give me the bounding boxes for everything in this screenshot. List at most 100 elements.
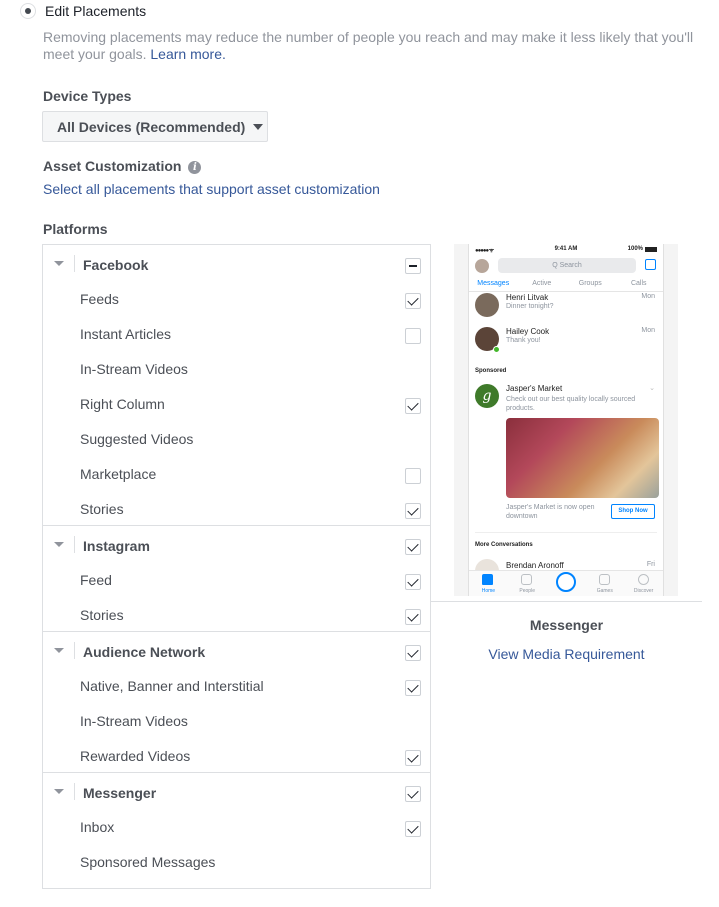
placement-name: Suggested Videos bbox=[80, 431, 194, 447]
platform-checkbox[interactable] bbox=[405, 786, 421, 802]
view-media-requirement-link[interactable]: View Media Requirement bbox=[431, 646, 702, 662]
platform-checkbox[interactable] bbox=[405, 539, 421, 555]
placement-name: Instant Articles bbox=[80, 326, 172, 342]
tab-label: Games bbox=[596, 588, 613, 594]
conversation-item: Henri Litvak Dinner tonight? Mon bbox=[469, 290, 663, 320]
device-types-label: Device Types bbox=[43, 88, 132, 104]
phone-screen: ●●●●● ᯤ 9:41 AM 100% Q Search Messages A… bbox=[468, 244, 664, 596]
platform-name: Facebook bbox=[83, 257, 149, 273]
preview-placement-title: Messenger bbox=[529, 617, 604, 633]
tab-home: Home bbox=[469, 571, 508, 596]
platforms-list: Facebook Feeds Instant Articles In-Stream V… bbox=[42, 244, 431, 889]
ad-preview: ●●●●● ᯤ 9:41 AM 100% Q Search Messages A… bbox=[454, 244, 678, 596]
conversation-item: Hailey Cook Thank you! Mon bbox=[469, 324, 663, 354]
chevron-down-icon bbox=[253, 123, 264, 130]
divider bbox=[431, 601, 702, 602]
placement-row[interactable]: Right Column bbox=[43, 385, 430, 420]
placement-row[interactable]: Feed bbox=[43, 561, 430, 596]
advertiser-logo: g bbox=[475, 384, 499, 408]
platform-checkbox[interactable] bbox=[405, 645, 421, 661]
placement-row[interactable]: Stories bbox=[43, 596, 430, 631]
platform-name: Messenger bbox=[83, 785, 157, 801]
placement-name: Inbox bbox=[80, 819, 115, 835]
conversation-snippet: Dinner tonight? bbox=[506, 303, 554, 310]
placement-name: Marketplace bbox=[80, 466, 157, 482]
placement-checkbox[interactable] bbox=[405, 293, 421, 309]
placement-row[interactable]: Stories bbox=[43, 490, 430, 525]
tab-label: Discover bbox=[633, 588, 654, 594]
battery-indicator: 100% bbox=[628, 246, 657, 252]
phone-status-bar: ●●●●● ᯤ 9:41 AM 100% bbox=[469, 244, 663, 255]
placement-checkbox[interactable] bbox=[405, 503, 421, 519]
platform-header[interactable]: Audience Network bbox=[43, 632, 430, 667]
placement-checkbox[interactable] bbox=[405, 680, 421, 696]
compose-icon bbox=[645, 259, 656, 270]
description-text: Removing placements may reduce the numbe… bbox=[43, 29, 694, 62]
divider bbox=[74, 255, 75, 272]
platform-group-facebook: Facebook Feeds Instant Articles In-Stream V… bbox=[43, 245, 430, 526]
avatar bbox=[475, 293, 499, 317]
edit-placements-label: Edit Placements bbox=[45, 3, 147, 19]
placement-row[interactable]: Marketplace bbox=[43, 455, 430, 490]
placement-row[interactable]: Native, Banner and Interstitial bbox=[43, 667, 430, 702]
platform-header[interactable]: Messenger bbox=[43, 773, 430, 808]
select-asset-customization-link[interactable]: Select all placements that support asset… bbox=[43, 181, 380, 197]
battery-icon bbox=[645, 246, 657, 252]
placement-row[interactable]: In-Stream Videos bbox=[43, 350, 430, 385]
camera-icon bbox=[555, 572, 576, 592]
platform-header[interactable]: Instagram bbox=[43, 526, 430, 561]
conversation-time: Mon bbox=[641, 327, 655, 334]
conversation-name: Henri Litvak bbox=[506, 293, 549, 302]
platform-group-messenger: Messenger Inbox Sponsored Messages bbox=[43, 773, 430, 878]
placement-row[interactable]: Suggested Videos bbox=[43, 420, 430, 455]
placement-name: Rewarded Videos bbox=[80, 748, 191, 764]
placement-row[interactable]: Feeds bbox=[43, 280, 430, 315]
placement-checkbox[interactable] bbox=[405, 750, 421, 766]
platform-checkbox[interactable] bbox=[405, 258, 421, 274]
tab-label: People bbox=[519, 588, 535, 594]
tab-camera bbox=[547, 571, 586, 596]
platform-group-audience-network: Audience Network Native, Banner and Inter… bbox=[43, 632, 430, 773]
collapse-triangle-icon[interactable] bbox=[54, 789, 64, 794]
collapse-triangle-icon[interactable] bbox=[54, 648, 64, 653]
avatar bbox=[475, 259, 489, 273]
tab-label: Home bbox=[481, 588, 496, 594]
platform-group-instagram: Instagram Feed Stories bbox=[43, 526, 430, 632]
device-types-value: All Devices (Recommended) bbox=[57, 118, 246, 135]
messenger-tab-bar: Home People Games Discover bbox=[469, 570, 663, 596]
ad-text: Check out our best quality locally sourc… bbox=[506, 396, 636, 412]
conversation-time: Fri bbox=[646, 561, 655, 568]
learn-more-link[interactable]: Learn more. bbox=[150, 46, 225, 62]
edit-placements-option[interactable]: Edit Placements bbox=[20, 3, 146, 19]
placement-checkbox[interactable] bbox=[405, 609, 421, 625]
platform-name: Instagram bbox=[83, 538, 150, 554]
conversation-name: Hailey Cook bbox=[506, 327, 550, 336]
placement-row[interactable]: Rewarded Videos bbox=[43, 737, 430, 772]
placement-row[interactable]: Sponsored Messages bbox=[43, 843, 430, 878]
messenger-search-input: Q Search bbox=[498, 258, 636, 273]
placement-row[interactable]: Inbox bbox=[43, 808, 430, 843]
edit-placements-radio[interactable] bbox=[20, 3, 36, 19]
tab-games: Games bbox=[585, 571, 624, 596]
ad-caption: Jasper's Market is now open downtown bbox=[506, 504, 595, 520]
info-icon[interactable]: i bbox=[188, 161, 202, 174]
placement-name: Stories bbox=[80, 607, 124, 623]
placement-row[interactable]: In-Stream Videos bbox=[43, 702, 430, 737]
placement-checkbox[interactable] bbox=[405, 328, 421, 344]
platform-header[interactable]: Facebook bbox=[43, 245, 430, 280]
placement-checkbox[interactable] bbox=[405, 398, 421, 414]
collapse-triangle-icon[interactable] bbox=[54, 542, 64, 547]
placement-checkbox[interactable] bbox=[405, 468, 421, 484]
placement-checkbox[interactable] bbox=[405, 821, 421, 837]
device-types-dropdown[interactable]: All Devices (Recommended) bbox=[42, 111, 268, 142]
online-status-dot bbox=[493, 346, 500, 353]
chevron-down-icon: ⌄ bbox=[649, 385, 655, 392]
placement-name: Sponsored Messages bbox=[80, 854, 216, 870]
placement-checkbox[interactable] bbox=[405, 574, 421, 590]
discover-icon bbox=[637, 574, 649, 585]
placement-row[interactable]: Instant Articles bbox=[43, 315, 430, 350]
collapse-triangle-icon[interactable] bbox=[54, 261, 64, 266]
home-icon bbox=[482, 574, 494, 585]
platform-name: Audience Network bbox=[83, 644, 206, 660]
placement-name: In-Stream Videos bbox=[80, 361, 188, 377]
